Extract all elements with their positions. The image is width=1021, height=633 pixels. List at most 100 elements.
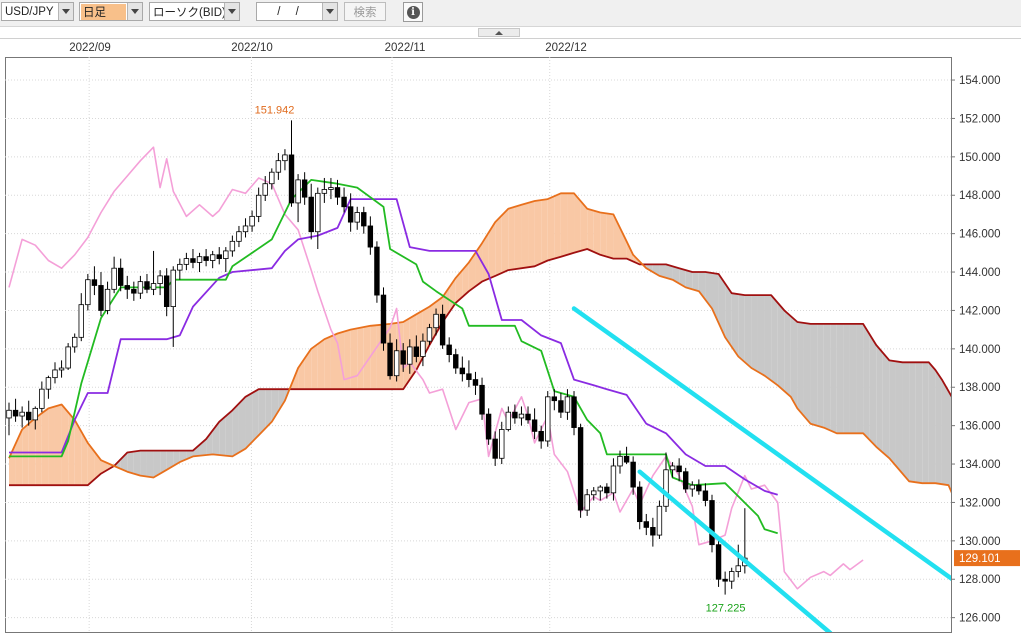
candle-up (407, 346, 413, 365)
y-tick-label: 140.000 (959, 344, 1001, 356)
kumo-bear-segment (777, 302, 785, 392)
kumo-bull-segment (35, 413, 42, 486)
kumo-bear-segment (685, 270, 693, 290)
candle-down (361, 212, 367, 227)
candle-down (702, 490, 709, 501)
candle-up (255, 194, 262, 217)
chevron-down-icon (322, 3, 337, 20)
kumo-bull-segment (357, 327, 364, 390)
candle-up (223, 250, 229, 259)
candle-up (85, 279, 91, 306)
date-input[interactable]: / / (256, 2, 338, 21)
candle-down (308, 196, 314, 233)
kumo-bear-segment (771, 295, 778, 386)
kumo-bear-segment (738, 294, 745, 363)
y-tick-label: 128.000 (959, 574, 1001, 586)
y-tick-label: 146.000 (959, 229, 1001, 241)
candle-up (518, 413, 525, 419)
candle-down (637, 486, 643, 523)
kumo-bear-segment (245, 393, 253, 449)
kumo-bull-segment (317, 339, 325, 390)
y-tick-label: 138.000 (959, 382, 1001, 394)
candle-up (183, 258, 190, 265)
candle-down (512, 411, 518, 419)
candle-up (269, 171, 275, 185)
kumo-bear-segment (764, 295, 772, 381)
currency-pair-select[interactable]: USD/JPY (1, 2, 74, 21)
candle-up (45, 377, 52, 390)
candle-down (98, 285, 104, 311)
candle-down (374, 246, 380, 296)
low-price-label: 127.225 (706, 603, 746, 615)
kumo-bear-segment (915, 362, 923, 484)
candle-up (157, 275, 163, 284)
candle-down (715, 544, 722, 580)
candlestick-chart[interactable]: 154.000 152.000 150.000 148.000 146.000 144.0… (0, 38, 1021, 633)
candle-up (78, 304, 84, 338)
candle-up (505, 411, 512, 430)
timeframe-select[interactable]: 日足 (79, 2, 143, 21)
candle-down (459, 367, 466, 375)
candle-up (735, 565, 741, 572)
candle-up (564, 396, 571, 413)
candle-down (12, 409, 19, 417)
kumo-bull-segment (534, 200, 542, 267)
candle-down (643, 521, 649, 528)
candle-down (623, 455, 630, 463)
kumo-bull-segment (606, 213, 614, 259)
chevron-down-icon (127, 3, 142, 20)
kumo-bull-segment (324, 336, 331, 390)
candle-up (209, 254, 216, 261)
high-price-label: 151.942 (255, 105, 295, 117)
candle-up (72, 336, 78, 348)
kumo-bear-segment (252, 389, 259, 442)
candle-down (472, 379, 479, 386)
candle-up (433, 313, 439, 329)
candle-up (242, 225, 249, 233)
current-price-label: 129.101 (959, 553, 1001, 565)
info-button[interactable]: i (403, 2, 423, 22)
candle-down (466, 373, 472, 380)
candle-up (663, 469, 669, 507)
y-tick-label: 154.000 (959, 75, 1001, 87)
candle-up (19, 411, 25, 417)
kumo-bear-segment (757, 295, 765, 376)
search-button[interactable]: 検索 (344, 2, 386, 21)
candle-up (65, 346, 71, 369)
candle-up (597, 486, 603, 492)
kumo-bear-segment (935, 369, 942, 485)
kumo-bull-segment (501, 208, 509, 273)
candle-up (315, 192, 321, 233)
kumo-bull-segment (344, 329, 351, 390)
kumo-bull-segment (574, 193, 581, 253)
candle-down (163, 275, 170, 308)
kumo-bull-segment (521, 202, 529, 269)
candle-down (288, 154, 295, 204)
candle-down (216, 254, 222, 259)
currency-pair-value: USD/JPY (5, 5, 54, 18)
kumo-bear-segment (909, 362, 916, 483)
kumo-bear-segment (889, 360, 896, 466)
kumo-bull-segment (22, 423, 29, 486)
kumo-bear-segment (810, 323, 818, 426)
candle-up (321, 189, 328, 194)
kumo-bear-segment (692, 272, 699, 292)
candle-up (32, 407, 38, 421)
y-tick-label: 130.000 (959, 536, 1001, 548)
x-tick-label: 2022/11 (385, 42, 426, 54)
date-axis-band (0, 38, 1021, 57)
candle-down (485, 413, 492, 440)
candle-down (571, 396, 577, 428)
kumo-bear-segment (127, 451, 134, 474)
kumo-bear-segment (843, 323, 850, 434)
kumo-bear-segment (225, 410, 233, 457)
info-icon: i (406, 5, 420, 19)
collapse-panel-button[interactable] (478, 28, 520, 37)
chart-kind-value: ローソク(BID) (153, 6, 224, 19)
y-tick-label: 150.000 (959, 152, 1001, 164)
kumo-bear-segment (803, 322, 811, 424)
candle-up (610, 465, 617, 494)
candle-down (551, 396, 558, 402)
y-tick-label: 136.000 (959, 421, 1001, 433)
chart-kind-select[interactable]: ローソク(BID) (149, 2, 240, 21)
